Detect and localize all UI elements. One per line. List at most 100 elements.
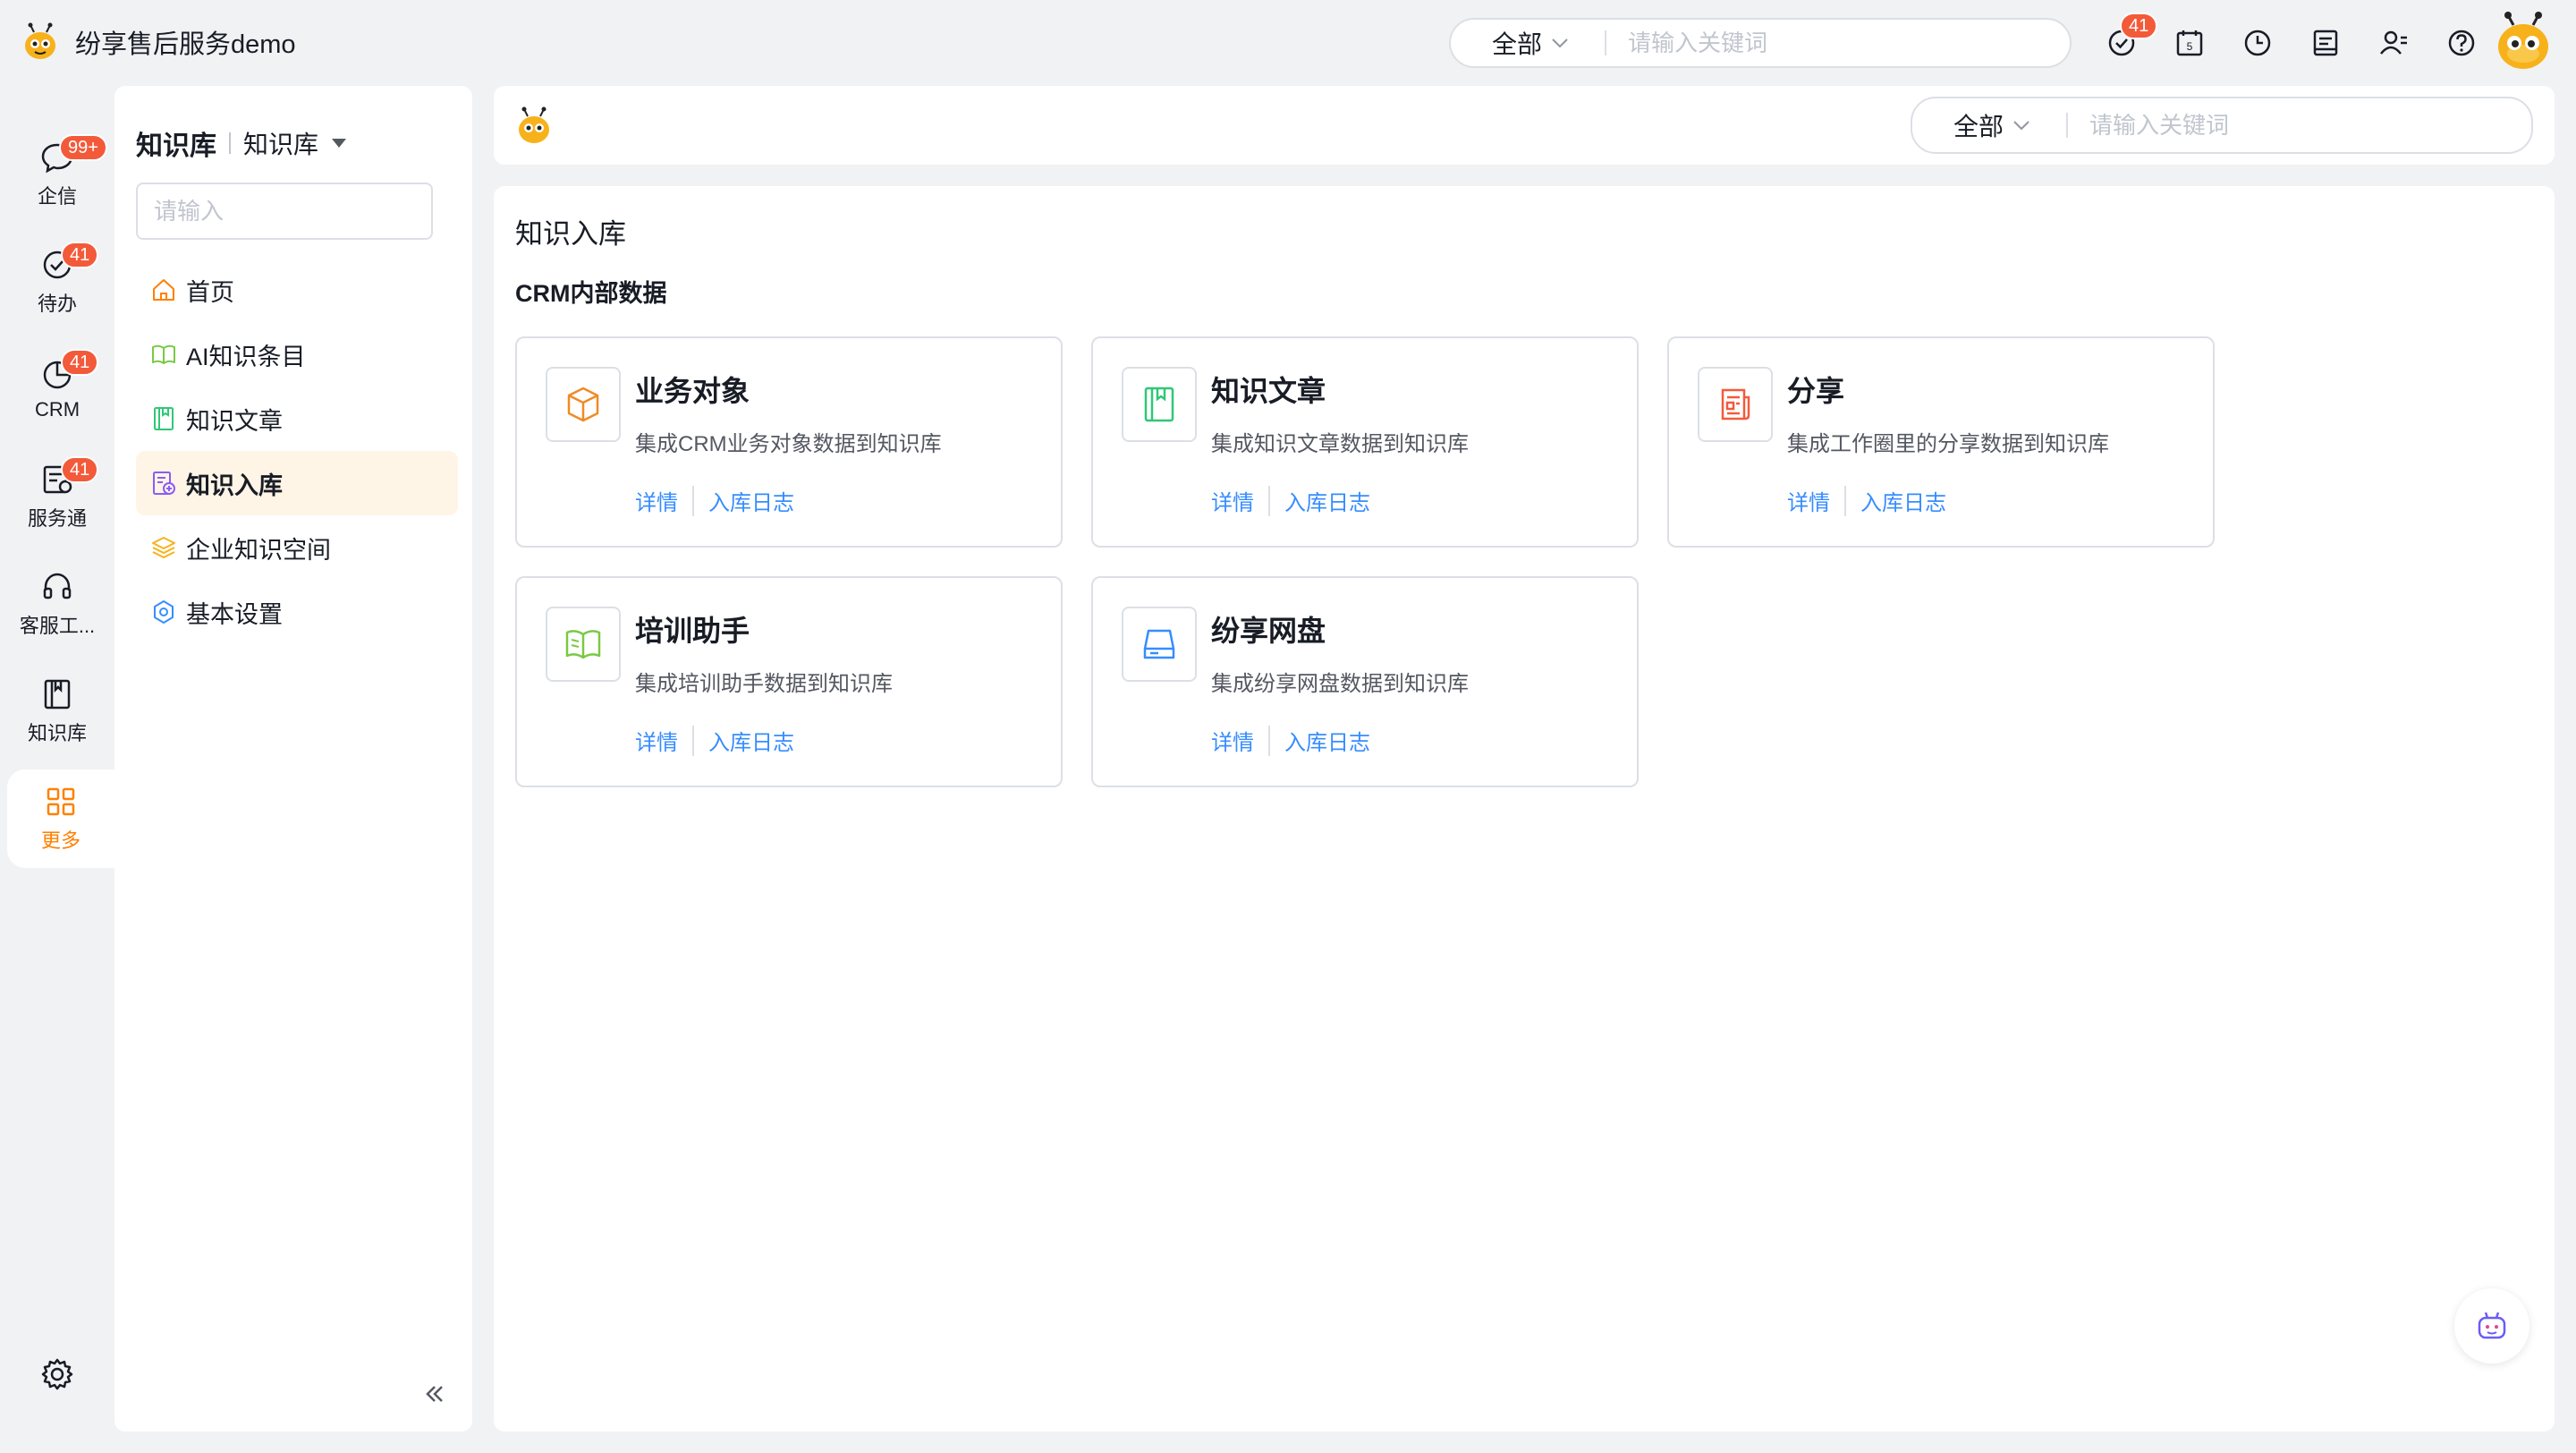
- cube-icon: [567, 387, 599, 422]
- content-header: 全部: [494, 86, 2555, 165]
- global-search-input[interactable]: [1606, 20, 2070, 66]
- search-scope-label: 全部: [1492, 30, 1543, 58]
- sidenav-header: 知识库 知识库: [136, 123, 347, 163]
- content-panel: 知识入库 CRM内部数据 业务对象 集成CRM业务对象数据到知识库 详情 入库日…: [494, 186, 2555, 1432]
- rail-item-more[interactable]: 更多: [7, 769, 114, 868]
- headset-icon: [43, 573, 72, 599]
- detail-link[interactable]: 详情: [1787, 485, 1830, 516]
- content-search[interactable]: 全部: [1911, 97, 2533, 154]
- import-log-link[interactable]: 入库日志: [1284, 725, 1370, 756]
- recent-button[interactable]: [2234, 20, 2281, 66]
- divider: [692, 485, 694, 516]
- import-log-link[interactable]: 入库日志: [1284, 485, 1370, 516]
- contacts-icon: [2380, 30, 2407, 55]
- sidenav-item-enterprise-space[interactable]: 企业知识空间: [136, 515, 458, 580]
- card-description: 集成培训助手数据到知识库: [635, 672, 893, 696]
- section-title: CRM内部数据: [515, 280, 667, 307]
- rail-badge: 41: [61, 349, 99, 376]
- card-description: 集成CRM业务对象数据到知识库: [635, 432, 942, 456]
- article-icon: [1144, 387, 1174, 422]
- integration-card-share[interactable]: 分享 集成工作圈里的分享数据到知识库 详情 入库日志: [1667, 336, 2215, 548]
- rail-item-chat[interactable]: 企信 99+: [0, 125, 114, 224]
- calendar-button[interactable]: 5: [2166, 20, 2213, 66]
- rail-item-customer-service[interactable]: 客服工...: [0, 555, 114, 653]
- integration-card-business-object[interactable]: 业务对象 集成CRM业务对象数据到知识库 详情 入库日志: [515, 336, 1063, 548]
- top-toolbar: 41 5: [2098, 13, 2506, 66]
- integration-card-knowledge-article[interactable]: 知识文章 集成知识文章数据到知识库 详情 入库日志: [1091, 336, 1639, 548]
- import-log-link[interactable]: 入库日志: [708, 725, 794, 756]
- rail-label: 更多: [40, 829, 80, 852]
- card-description: 集成工作圈里的分享数据到知识库: [1787, 432, 2109, 456]
- card-title: 分享: [1787, 375, 1845, 407]
- help-icon: [2448, 30, 2475, 56]
- brand[interactable]: 纷享售后服务demo: [20, 21, 296, 63]
- divider: [1844, 485, 1846, 516]
- sidenav-search-input[interactable]: [136, 183, 433, 240]
- caret-down-icon[interactable]: [331, 138, 347, 149]
- sidenav-item-home[interactable]: 首页: [136, 258, 458, 322]
- layers-icon: [152, 537, 175, 559]
- detail-link[interactable]: 详情: [635, 485, 678, 516]
- integration-card-netdisk[interactable]: 纷享网盘 集成纷享网盘数据到知识库 详情 入库日志: [1091, 576, 1639, 787]
- app-rail: 企信 99+ 待办 41 CRM 41 服务通 41 客服工... 知识库 更多: [0, 86, 114, 1453]
- rail-item-knowledge[interactable]: 知识库: [0, 662, 114, 760]
- svg-text:5: 5: [2187, 40, 2193, 53]
- card-description: 集成知识文章数据到知识库: [1211, 432, 1469, 456]
- import-log-link[interactable]: 入库日志: [708, 485, 794, 516]
- settings-icon: [154, 600, 174, 624]
- search-scope-select[interactable]: 全部: [1451, 25, 1605, 61]
- content-search-scope-select[interactable]: 全部: [1912, 107, 2066, 143]
- card-actions: 详情 入库日志: [635, 485, 794, 516]
- divider: [229, 132, 231, 154]
- card-icon-box: [1122, 607, 1197, 682]
- card-title: 培训助手: [635, 615, 750, 647]
- ai-assistant-button[interactable]: [2454, 1288, 2529, 1364]
- report-button[interactable]: [2302, 20, 2349, 66]
- ai-book-icon: [152, 344, 175, 364]
- article-icon: [154, 407, 174, 430]
- sidenav-item-label: 基本设置: [186, 600, 283, 628]
- sidenav-switcher[interactable]: 知识库: [243, 125, 318, 161]
- card-icon-box: [546, 367, 621, 442]
- rail-label: 服务通: [27, 507, 87, 530]
- card-actions: 详情 入库日志: [635, 725, 794, 756]
- sidenav-item-import[interactable]: 知识入库: [136, 451, 458, 515]
- integration-card-training[interactable]: 培训助手 集成培训助手数据到知识库 详情 入库日志: [515, 576, 1063, 787]
- rail-item-service[interactable]: 服务通 41: [0, 447, 114, 546]
- sidenav-item-label: 知识文章: [186, 407, 283, 435]
- divider: [692, 725, 694, 756]
- contacts-button[interactable]: [2370, 20, 2417, 66]
- card-title: 纷享网盘: [1211, 615, 1326, 647]
- sidenav-item-label: AI知识条目: [186, 343, 306, 370]
- content-search-input[interactable]: [2068, 98, 2531, 152]
- settings-gear-icon[interactable]: [39, 1356, 75, 1392]
- rail-item-todo[interactable]: 待办 41: [0, 233, 114, 331]
- card-actions: 详情 入库日志: [1787, 485, 1946, 516]
- detail-link[interactable]: 详情: [635, 725, 678, 756]
- card-description: 集成纷享网盘数据到知识库: [1211, 672, 1469, 696]
- home-icon: [153, 279, 174, 301]
- book-icon: [44, 679, 71, 710]
- app-title: 纷享售后服务demo: [75, 30, 296, 59]
- rail-label: 待办: [37, 293, 77, 315]
- divider: [1268, 485, 1270, 516]
- user-avatar[interactable]: [2492, 11, 2555, 73]
- help-button[interactable]: [2438, 20, 2485, 66]
- sidenav-item-article[interactable]: 知识文章: [136, 387, 458, 451]
- detail-link[interactable]: 详情: [1211, 725, 1254, 756]
- card-title: 知识文章: [1211, 375, 1326, 407]
- page-title: 知识入库: [515, 218, 626, 250]
- todo-badge: 41: [2120, 13, 2158, 39]
- global-search[interactable]: 全部: [1449, 18, 2072, 68]
- card-icon-box: [1122, 367, 1197, 442]
- import-log-link[interactable]: 入库日志: [1860, 485, 1946, 516]
- sidenav-item-settings[interactable]: 基本设置: [136, 580, 458, 644]
- todo-button[interactable]: 41: [2098, 13, 2158, 66]
- sidenav-item-ai-knowledge[interactable]: AI知识条目: [136, 322, 458, 387]
- open-book-icon: [565, 630, 601, 659]
- rail-badge: 41: [61, 456, 99, 483]
- detail-link[interactable]: 详情: [1211, 485, 1254, 516]
- collapse-sidebar-icon[interactable]: [419, 1378, 451, 1410]
- rail-label: 客服工...: [19, 615, 96, 637]
- rail-item-crm[interactable]: CRM 41: [0, 340, 114, 438]
